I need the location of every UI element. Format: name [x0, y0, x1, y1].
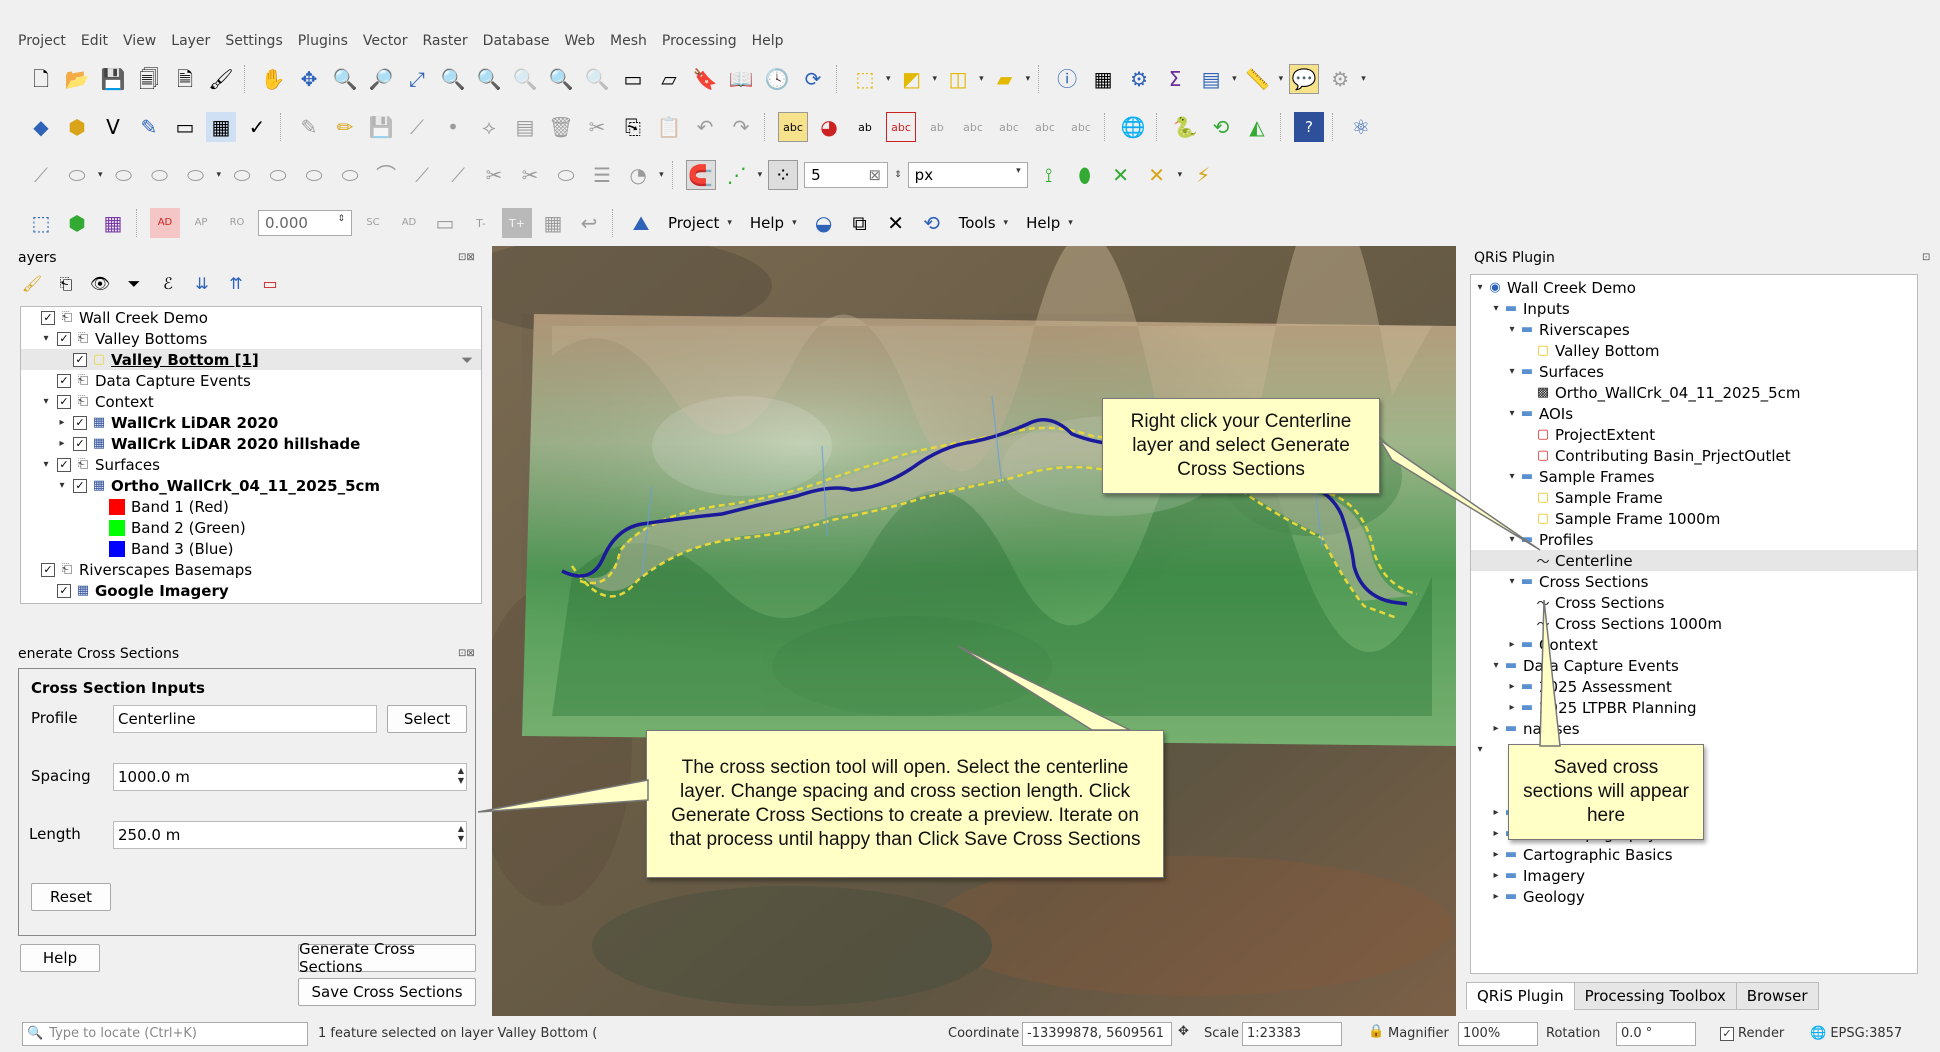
pointer-to-map: [957, 645, 1131, 731]
pointer-to-panel: [477, 779, 649, 813]
qgis-window: Project Edit View Layer Settings Plugins Vecto…: [0, 0, 1940, 1052]
callout-pointers: [477, 439, 1561, 813]
pointer-right-click: [1379, 439, 1541, 551]
pointer-saved: [1539, 599, 1561, 747]
